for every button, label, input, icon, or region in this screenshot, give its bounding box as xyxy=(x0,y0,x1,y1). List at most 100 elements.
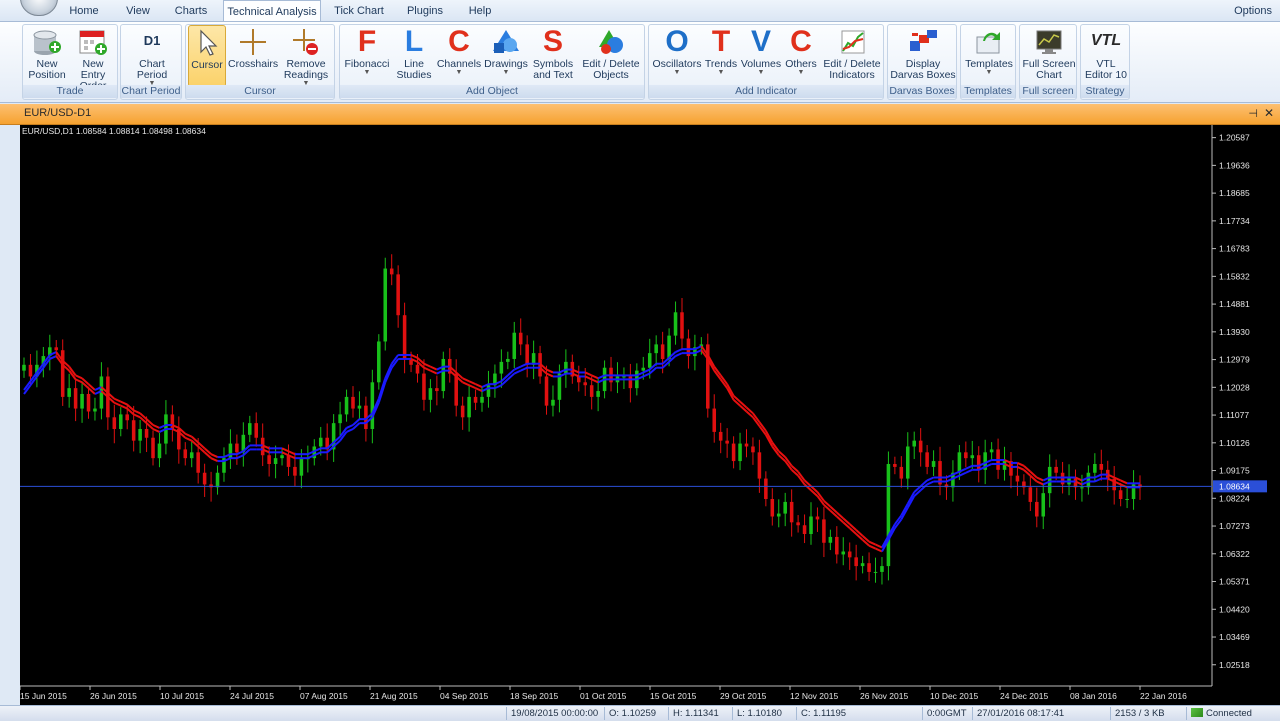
indicator-line-fast xyxy=(75,378,83,384)
indicator-line-slow xyxy=(423,362,431,368)
chart-period-button[interactable]: D1 Chart Period ▼ xyxy=(125,25,179,87)
indicator-line-slow xyxy=(152,424,160,429)
menu-tab-plugins[interactable]: Plugins xyxy=(399,0,451,21)
cursor-button[interactable]: Cursor xyxy=(188,25,226,87)
candle-body xyxy=(764,478,768,499)
candle-body xyxy=(473,396,478,403)
price-chart[interactable]: 1.20587 1.19636 1.18685 1.17734 1.16783 1.158… xyxy=(20,125,1280,706)
x-tick-label: 10 Jul 2015 xyxy=(160,691,204,701)
trade-group: New Position New Entry Order Trade xyxy=(22,24,118,100)
chart-window-titlebar[interactable]: EUR/USD-D1 ⊣ ✕ xyxy=(0,104,1280,125)
vtl-editor-button[interactable]: VTL VTL Editor 10 xyxy=(1083,25,1129,87)
menu-tab-technical-analysis[interactable]: Technical Analysis xyxy=(223,0,321,22)
candle-body xyxy=(757,452,762,479)
y-tick-label: 1.14881 xyxy=(1219,299,1250,309)
candle-body xyxy=(273,458,278,464)
menu-bar: Home View Charts Technical Analysis Tick Cha… xyxy=(0,0,1280,22)
options-menu[interactable]: Options xyxy=(1234,0,1272,21)
cursor-group: Cursor Crosshairs Remove Readings ▼ Curs… xyxy=(185,24,335,100)
edit-delete-indicators-button[interactable]: Edit / Delete Indicators xyxy=(821,25,883,87)
indicator-line-slow xyxy=(184,432,193,438)
menu-tab-view[interactable]: View xyxy=(116,0,160,21)
candle-body xyxy=(118,414,123,429)
candle-body xyxy=(228,443,233,459)
add-object-group-label: Add Object xyxy=(340,85,644,98)
indicator-line-fast xyxy=(475,387,483,392)
x-tick-label: 24 Dec 2015 xyxy=(1000,691,1048,701)
close-icon[interactable]: ✕ xyxy=(1264,106,1274,120)
candle-body xyxy=(673,312,678,336)
x-tick-label: 01 Oct 2015 xyxy=(580,691,627,701)
candle-body xyxy=(1093,463,1097,473)
candle-body xyxy=(886,463,891,567)
status-low: L: 1.10180 xyxy=(732,707,794,720)
x-tick-label: 08 Jan 2016 xyxy=(1070,691,1117,701)
connection-icon xyxy=(1191,708,1203,717)
indicator-line-fast xyxy=(494,384,502,390)
darvas-group: Display Darvas Boxes Darvas Boxes xyxy=(887,24,957,100)
strategy-group: VTL VTL Editor 10 Strategy xyxy=(1080,24,1130,100)
candle-body xyxy=(370,382,375,429)
indicator-line-slow xyxy=(468,380,476,386)
new-position-button[interactable]: New Position xyxy=(25,25,69,87)
menu-tab-tick-chart[interactable]: Tick Chart xyxy=(329,0,389,21)
indicator-line-fast xyxy=(1017,465,1025,471)
candle-body xyxy=(286,455,291,467)
menu-tab-home[interactable]: Home xyxy=(60,0,108,21)
chevron-down-icon: ▼ xyxy=(717,69,725,76)
candle-body xyxy=(1054,466,1058,473)
x-tick-label: 10 Dec 2015 xyxy=(930,691,978,701)
full-screen-chart-button[interactable]: Full Screen Chart xyxy=(1022,25,1076,87)
oscillators-icon: O xyxy=(665,25,689,58)
symbols-and-text-button[interactable]: S Symbols and Text xyxy=(530,25,576,87)
indicator-line-fast xyxy=(1094,477,1102,483)
remove-readings-button[interactable]: Remove Readings ▼ xyxy=(280,25,332,87)
chevron-down-icon: ▼ xyxy=(797,69,805,76)
trends-button[interactable]: T Trends ▼ xyxy=(703,25,739,87)
volumes-icon: V xyxy=(750,25,771,58)
y-tick-label: 1.12979 xyxy=(1219,355,1250,365)
edit-delete-objects-button[interactable]: Edit / Delete Objects xyxy=(580,25,642,87)
others-button[interactable]: C Others ▼ xyxy=(783,25,819,87)
chart-canvas[interactable]: 1.20587 1.19636 1.18685 1.17734 1.16783 1.158… xyxy=(20,125,1280,706)
display-darvas-boxes-button[interactable]: Display Darvas Boxes xyxy=(890,25,956,87)
new-entry-order-button[interactable]: New Entry Order xyxy=(69,25,117,92)
x-tick-label: 12 Nov 2015 xyxy=(790,691,838,701)
candle-body xyxy=(518,332,523,345)
arrow-cursor-icon xyxy=(191,28,223,58)
candle-body xyxy=(60,350,65,397)
candle-body xyxy=(73,388,78,409)
candle-body xyxy=(435,388,439,392)
candle-body xyxy=(789,501,794,523)
drawings-button[interactable]: Drawings ▼ xyxy=(482,25,530,87)
volumes-button[interactable]: V Volumes ▼ xyxy=(739,25,783,87)
y-tick-label: 1.05371 xyxy=(1219,577,1250,587)
fibonacci-button[interactable]: F Fibonacci ▼ xyxy=(342,25,392,87)
indicator-line-fast xyxy=(584,375,593,381)
x-tick-label: 04 Sep 2015 xyxy=(440,691,488,701)
menu-tab-help[interactable]: Help xyxy=(459,0,501,21)
oscillators-button[interactable]: O Oscillators ▼ xyxy=(651,25,703,87)
candle-body xyxy=(893,463,897,467)
d1-period-icon: D1 xyxy=(143,33,161,48)
line-studies-button[interactable]: L Line Studies xyxy=(392,25,436,87)
candle-body xyxy=(441,358,446,392)
indicator-line-slow xyxy=(694,345,702,351)
app-menu-button[interactable] xyxy=(20,0,58,16)
templates-button[interactable]: Templates ▼ xyxy=(963,25,1015,87)
candle-body xyxy=(654,344,658,354)
candle-body xyxy=(1028,487,1033,502)
indicator-line-fast xyxy=(120,404,128,410)
indicator-line-fast xyxy=(346,428,354,433)
pin-icon[interactable]: ⊣ xyxy=(1248,107,1258,120)
menu-tab-charts[interactable]: Charts xyxy=(166,0,216,21)
indicator-line-fast xyxy=(546,372,554,378)
crosshairs-button[interactable]: Crosshairs xyxy=(228,25,278,87)
channels-button[interactable]: C Channels ▼ xyxy=(436,25,482,87)
candle-body xyxy=(828,536,833,543)
indicator-line-fast xyxy=(184,436,193,442)
candle-body xyxy=(267,455,271,464)
others-icon: C xyxy=(790,25,812,58)
x-tick-label: 18 Sep 2015 xyxy=(510,691,558,701)
candle-body xyxy=(80,393,84,409)
